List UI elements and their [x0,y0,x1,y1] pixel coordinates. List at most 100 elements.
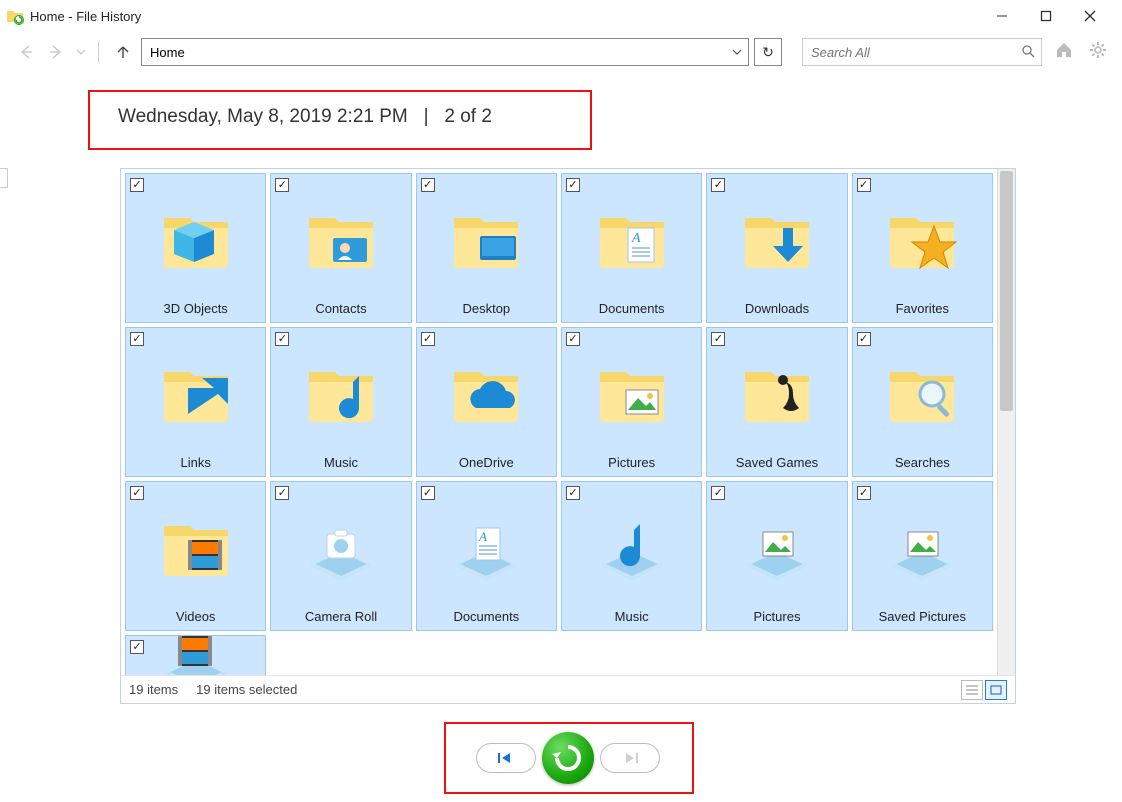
folder-icon [271,174,410,301]
checkbox-icon[interactable]: ✓ [130,486,144,500]
checkbox-icon[interactable]: ✓ [857,178,871,192]
search-box[interactable] [802,38,1042,66]
scrollbar-thumb[interactable] [1000,171,1013,411]
folder-icon [126,482,265,609]
checkbox-icon[interactable]: ✓ [130,332,144,346]
folder-icon [707,482,846,609]
checkbox-icon[interactable]: ✓ [857,486,871,500]
checkbox-icon[interactable]: ✓ [566,332,580,346]
status-count: 19 items [129,682,178,697]
content-pane: ✓3D Objects✓Contacts✓Desktop✓ADocuments✓… [120,168,1016,704]
checkbox-icon[interactable]: ✓ [566,486,580,500]
folder-label: Links [178,455,212,470]
folder-tile[interactable]: ✓ Music [561,481,702,631]
close-button[interactable] [1068,2,1112,30]
checkbox-icon[interactable]: ✓ [130,640,144,654]
back-button[interactable] [14,40,38,64]
up-button[interactable] [111,40,135,64]
folder-icon [707,174,846,301]
checkbox-icon[interactable]: ✓ [711,178,725,192]
folder-icon [562,482,701,609]
folder-label: 3D Objects [162,301,230,316]
folder-label: Downloads [743,301,811,316]
folder-icon [417,328,556,455]
collapsed-sidebar[interactable] [0,168,8,188]
folder-icon [126,328,265,455]
status-selected: 19 items selected [196,682,297,697]
folder-tile[interactable]: ✓ Music [270,327,411,477]
toolbar: ↻ [0,32,1122,72]
folder-label: Saved Games [734,455,820,470]
folder-tile[interactable]: ✓ Saved Games [706,327,847,477]
folder-label: Documents [597,301,667,316]
folder-label: Camera Roll [303,609,379,624]
folder-icon [562,328,701,455]
folder-tile[interactable]: ✓ Videos [125,481,266,631]
folder-label: Videos [174,609,218,624]
minimize-button[interactable] [980,2,1024,30]
app-icon [6,7,24,25]
folder-label: Documents [451,609,521,624]
scrollbar[interactable] [997,169,1015,675]
folder-label: Favorites [894,301,951,316]
folder-icon [853,482,992,609]
folder-icon [126,174,265,301]
folder-label: Saved Pictures [877,609,968,624]
refresh-button[interactable]: ↻ [754,38,782,66]
folder-tile[interactable]: ✓ Saved Pictures [852,481,993,631]
settings-icon[interactable] [1086,41,1110,64]
folder-icon: A [417,482,556,609]
maximize-button[interactable] [1024,2,1068,30]
checkbox-icon[interactable]: ✓ [130,178,144,192]
folder-tile[interactable]: ✓Searches [852,327,993,477]
folder-tile[interactable]: ✓ Downloads [706,173,847,323]
folder-tile[interactable]: ✓ 3D Objects [125,173,266,323]
item-grid: ✓3D Objects✓Contacts✓Desktop✓ADocuments✓… [121,169,997,675]
address-bar[interactable] [141,38,749,66]
folder-label: Music [613,609,651,624]
view-large-icons-button[interactable] [985,680,1007,700]
folder-label: Contacts [313,301,368,316]
forward-button[interactable] [44,40,68,64]
folder-icon [271,482,410,609]
view-details-button[interactable] [961,680,983,700]
folder-tile[interactable]: ✓ Camera Roll [270,481,411,631]
address-input[interactable] [142,39,726,65]
checkbox-icon[interactable]: ✓ [711,486,725,500]
folder-tile[interactable]: ✓ Desktop [416,173,557,323]
checkbox-icon[interactable]: ✓ [275,332,289,346]
checkbox-icon[interactable]: ✓ [421,178,435,192]
folder-tile[interactable]: ✓Pictures [706,481,847,631]
titlebar: Home - File History [0,0,1122,32]
folder-tile[interactable]: ✓OneDrive [416,327,557,477]
search-icon [1021,44,1035,61]
checkbox-icon[interactable]: ✓ [711,332,725,346]
window-title: Home - File History [30,9,141,24]
home-icon[interactable] [1052,41,1076,64]
folder-tile[interactable]: ✓ A Documents [416,481,557,631]
folder-label: Pictures [606,455,657,470]
checkbox-icon[interactable]: ✓ [421,332,435,346]
folder-tile[interactable]: ✓ [125,635,266,675]
address-dropdown[interactable] [726,47,748,57]
history-dropdown[interactable] [74,40,88,64]
svg-text:A: A [478,529,487,544]
folder-tile[interactable]: ✓ Pictures [561,327,702,477]
folder-label: Desktop [460,301,512,316]
svg-text:A: A [631,231,641,246]
checkbox-icon[interactable]: ✓ [857,332,871,346]
folder-tile[interactable]: ✓ A Documents [561,173,702,323]
checkbox-icon[interactable]: ✓ [275,178,289,192]
folder-tile[interactable]: ✓ Favorites [852,173,993,323]
search-input[interactable] [809,44,1021,61]
annotation-box-controls [444,722,694,794]
folder-tile[interactable]: ✓ Contacts [270,173,411,323]
annotation-box-header [88,90,592,150]
folder-tile[interactable]: ✓ Links [125,327,266,477]
checkbox-icon[interactable]: ✓ [566,178,580,192]
checkbox-icon[interactable]: ✓ [275,486,289,500]
folder-label: Music [322,455,360,470]
toolbar-separator [98,42,99,62]
status-bar: 19 items 19 items selected [121,675,1015,703]
checkbox-icon[interactable]: ✓ [421,486,435,500]
